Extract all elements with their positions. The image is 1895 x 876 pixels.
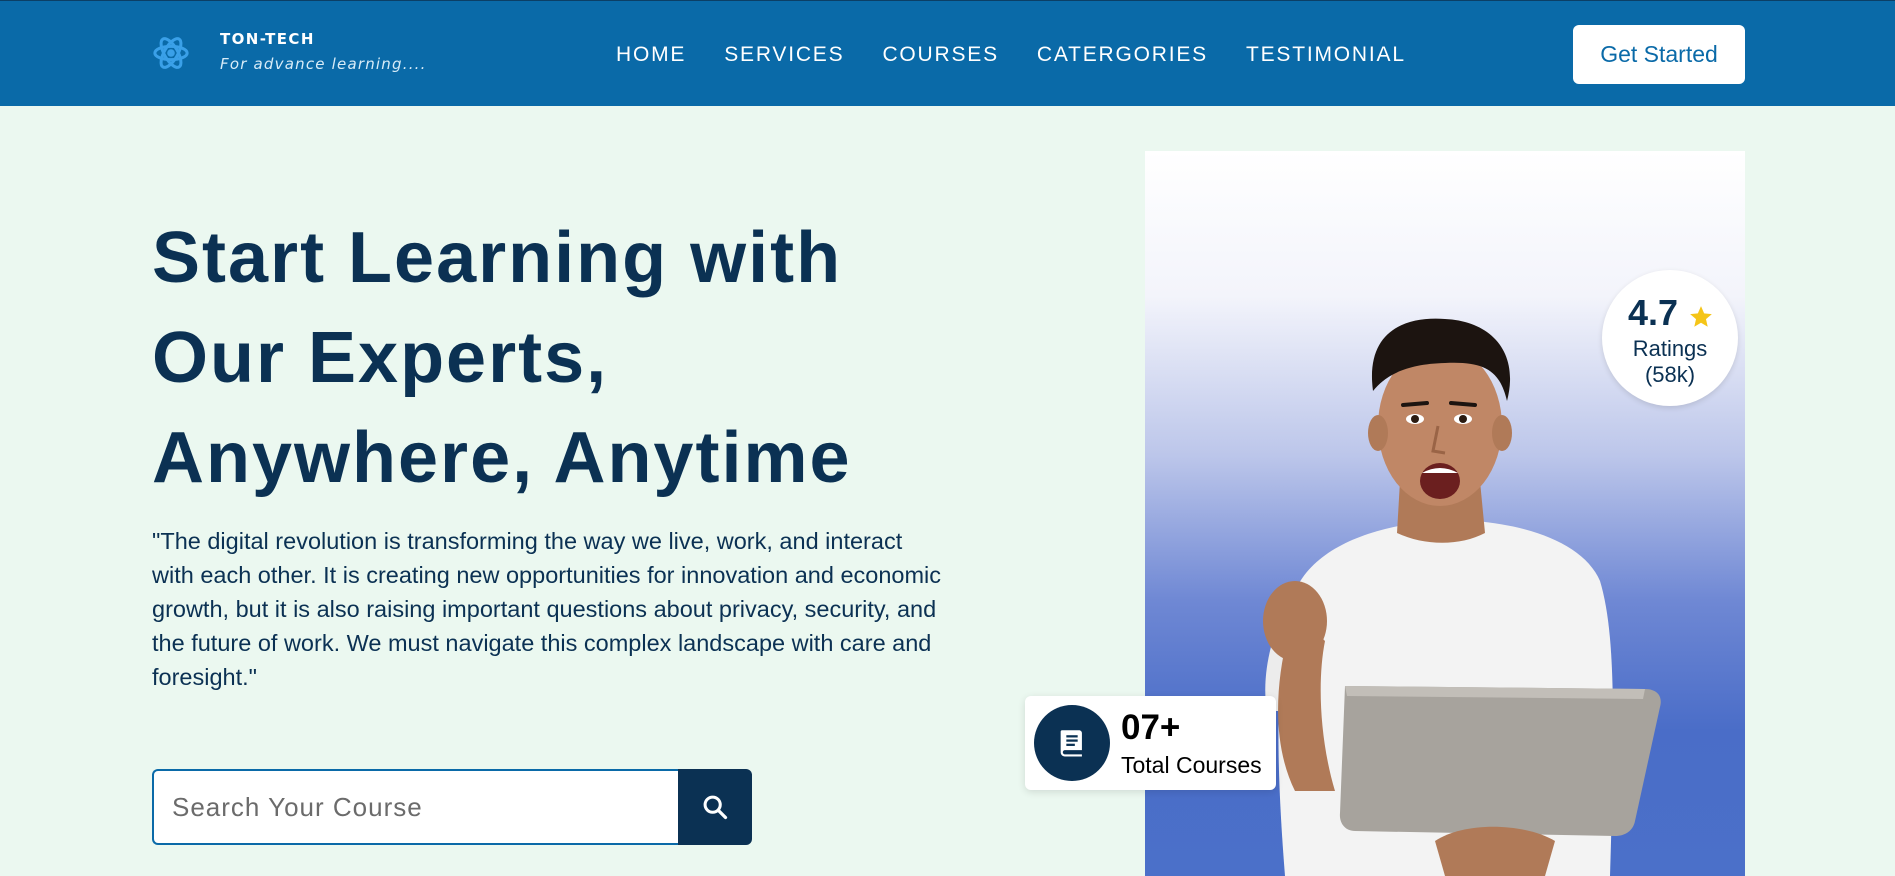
rating-badge: 4.7 Ratings (58k)	[1602, 270, 1738, 406]
hero-title-line: Our Experts,	[152, 318, 609, 398]
book-icon	[1060, 730, 1082, 757]
courses-icon-wrap	[1034, 705, 1110, 781]
search-icon	[703, 795, 728, 820]
star-icon	[1690, 306, 1712, 327]
site-header: TON-TECH For advance learning.... HOME S…	[0, 0, 1895, 106]
rating-count: (58k)	[1644, 362, 1696, 387]
nav-categories[interactable]: CATERGORIES	[1037, 43, 1208, 67]
nav-testimonial[interactable]: TESTIMONIAL	[1246, 43, 1406, 67]
hero-title-line: Start Learning with	[152, 218, 843, 298]
courses-count: 07+	[1121, 708, 1181, 747]
total-courses-card: 07+ Total Courses	[1025, 696, 1276, 790]
search-input[interactable]	[152, 769, 678, 845]
rating-value: 4.7	[1628, 292, 1679, 333]
nav-courses[interactable]: COURSES	[882, 43, 998, 67]
rating-label: Ratings	[1632, 336, 1708, 361]
search-button[interactable]	[678, 769, 752, 845]
hero-quote: "The digital revolution is transforming …	[152, 528, 942, 690]
course-search	[152, 769, 752, 845]
brand-tagline: For advance learning....	[220, 55, 427, 73]
nav-services[interactable]: SERVICES	[724, 43, 844, 67]
brand-name[interactable]: TON-TECH	[220, 30, 315, 48]
nav-home[interactable]: HOME	[616, 43, 686, 67]
courses-label: Total Courses	[1121, 752, 1262, 778]
hero-title: Start Learning with Our Experts, Anywher…	[152, 208, 972, 508]
atom-icon[interactable]	[152, 34, 190, 72]
hero-title-line: Anywhere, Anytime	[152, 418, 852, 498]
main-nav: HOME SERVICES COURSES CATERGORIES TESTIM…	[616, 41, 1406, 69]
get-started-button[interactable]: Get Started	[1573, 25, 1745, 84]
